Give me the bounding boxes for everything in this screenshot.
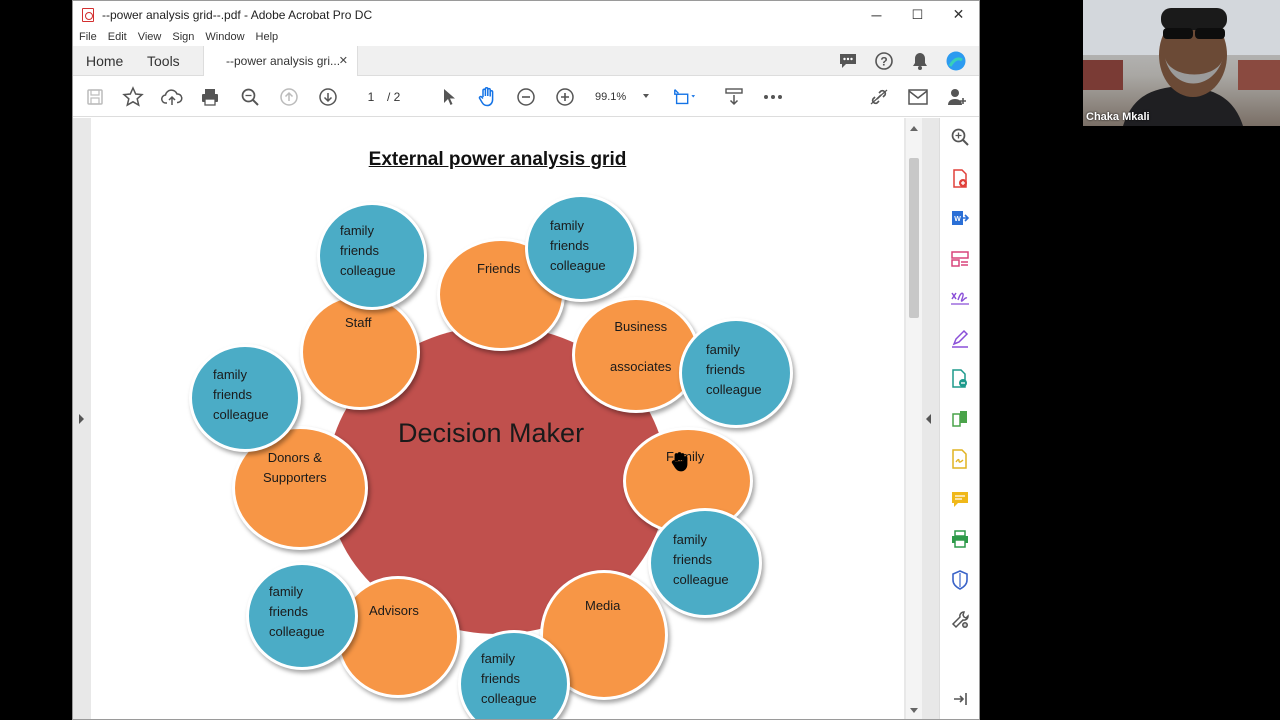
menu-view[interactable]: View (138, 31, 162, 43)
node-advisors: Advisors (336, 576, 460, 698)
tab-document-label: --power analysis gri... (226, 54, 341, 68)
node-label: Friends (477, 261, 521, 276)
expand-left-panel-icon[interactable] (79, 414, 84, 424)
tab-tools[interactable]: Tools (147, 46, 180, 76)
svg-text:W: W (954, 216, 961, 223)
tab-bar: Home Tools --power analysis gri... ✕ ? (73, 46, 979, 76)
node-label: Advisors (369, 603, 419, 618)
email-icon[interactable] (906, 85, 930, 109)
next-page-icon[interactable] (316, 85, 340, 109)
node-label: family friends colleague (706, 342, 762, 397)
tab-document[interactable]: --power analysis gri... ✕ (203, 46, 358, 76)
close-window-button[interactable]: ✕ (938, 1, 979, 28)
page-total: / 2 (387, 90, 401, 104)
export-pdf-icon[interactable]: W (949, 207, 971, 229)
title-bar: --power analysis grid--.pdf - Adobe Acro… (73, 1, 979, 28)
participant-video-image (1083, 0, 1280, 126)
tools-pane: W (939, 118, 979, 719)
previous-page-icon[interactable] (277, 85, 301, 109)
webcam-video-tile: Chaka Mkali (1083, 0, 1280, 126)
document-area[interactable]: External power analysis grid Decision Ma… (73, 118, 940, 719)
hand-tool-icon[interactable] (475, 85, 499, 109)
node-label: Donors & Supporters (263, 450, 327, 485)
compare-files-icon[interactable] (949, 408, 971, 430)
node-label: family friends colleague (550, 218, 606, 273)
participant-name: Chaka Mkali (1086, 111, 1150, 123)
acrobat-window: --power analysis grid--.pdf - Adobe Acro… (72, 0, 980, 720)
vertical-scrollbar[interactable] (906, 118, 922, 719)
node-label: Business associates (610, 319, 672, 374)
node-family-friends-colleague: family friends colleague (525, 194, 637, 302)
node-family-friends-colleague: family friends colleague (679, 318, 793, 428)
maximize-button[interactable]: ☐ (897, 1, 938, 28)
center-label: Decision Maker (398, 418, 585, 448)
menu-window[interactable]: Window (205, 31, 244, 43)
collapse-pane-icon[interactable] (949, 688, 971, 710)
node-label: Media (585, 598, 621, 613)
fill-sign-icon[interactable] (949, 287, 971, 309)
collapse-right-panel-icon[interactable] (926, 414, 931, 424)
add-user-icon[interactable] (945, 85, 969, 109)
node-label: family friends colleague (481, 651, 537, 706)
node-label: family friends colleague (213, 367, 269, 422)
menu-file[interactable]: File (79, 31, 97, 43)
search-icon[interactable] (238, 85, 262, 109)
node-label: family friends colleague (340, 223, 396, 278)
request-signatures-icon[interactable] (949, 448, 971, 470)
svg-text:?: ? (880, 55, 887, 69)
share-link-icon[interactable] (867, 85, 891, 109)
cloud-upload-icon[interactable] (160, 85, 184, 109)
node-family-friends-colleague: family friends colleague (317, 202, 427, 310)
account-avatar-icon[interactable] (945, 50, 967, 72)
scroll-up-arrow[interactable] (910, 126, 918, 131)
star-bookmark-icon[interactable] (121, 85, 145, 109)
select-cursor-icon[interactable] (437, 85, 461, 109)
node-label: Staff (345, 315, 372, 330)
zoom-dropdown-icon[interactable] (643, 94, 649, 98)
zoom-search-icon[interactable] (949, 126, 971, 148)
node-label: family friends colleague (673, 532, 729, 587)
comment-tool-icon[interactable] (949, 488, 971, 510)
pdf-file-icon (82, 7, 94, 22)
more-tools-wrench-icon[interactable] (949, 609, 971, 631)
hand-cursor-icon (671, 452, 688, 472)
comment-icon[interactable] (837, 50, 859, 72)
pdf-page: External power analysis grid Decision Ma… (91, 118, 904, 719)
zoom-out-icon[interactable] (514, 85, 538, 109)
zoom-in-icon[interactable] (553, 85, 577, 109)
node-family-friends-colleague: family friends colleague (246, 562, 358, 670)
tab-close-button[interactable]: ✕ (339, 54, 348, 67)
menu-edit[interactable]: Edit (108, 31, 127, 43)
window-title: --power analysis grid--.pdf - Adobe Acro… (102, 7, 373, 22)
bell-icon[interactable] (909, 50, 931, 72)
help-icon[interactable]: ? (873, 50, 895, 72)
node-label: family friends colleague (269, 584, 325, 639)
menu-sign[interactable]: Sign (172, 31, 194, 43)
more-tools-icon[interactable] (761, 85, 785, 109)
edit-pdf-icon[interactable] (949, 328, 971, 350)
print-production-icon[interactable] (949, 528, 971, 550)
toolbar: 1 / 2 99.1% (73, 77, 979, 117)
create-pdf-icon[interactable] (949, 168, 971, 190)
tab-home[interactable]: Home (86, 46, 123, 76)
page-number-input[interactable]: 1 (353, 87, 389, 107)
node-family-friends-colleague: family friends colleague (189, 344, 301, 452)
document-heading: External power analysis grid (368, 149, 627, 170)
fit-page-icon[interactable] (672, 85, 696, 109)
node-family-friends-colleague: family friends colleague (648, 508, 762, 618)
save-icon[interactable] (83, 85, 107, 109)
protect-shield-icon[interactable] (949, 569, 971, 591)
node-staff: Staff (300, 294, 420, 410)
minimize-button[interactable]: ─ (856, 1, 897, 28)
scroll-mode-icon[interactable] (722, 85, 746, 109)
scrollbar-thumb[interactable] (909, 158, 919, 318)
menu-help[interactable]: Help (256, 31, 279, 43)
print-icon[interactable] (198, 85, 222, 109)
organize-pages-icon[interactable] (949, 248, 971, 270)
scroll-down-arrow[interactable] (910, 708, 918, 713)
combine-files-icon[interactable] (949, 368, 971, 390)
menu-bar: File Edit View Sign Window Help (73, 28, 289, 46)
